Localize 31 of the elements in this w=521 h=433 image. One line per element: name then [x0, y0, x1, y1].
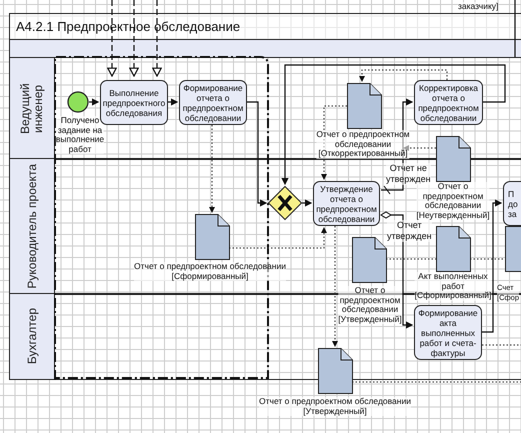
pool-title: А4.2.1 Предпроектное обследование — [9, 13, 521, 40]
cut-off-label: заказчику] — [458, 2, 498, 12]
task-box[interactable]: Выполнение предпроектного обследования — [100, 80, 168, 125]
task-box[interactable]: Утверждение отчета о предпроектном обследовании — [313, 181, 380, 226]
document-icon — [195, 214, 230, 260]
lane-label: Ведущий инженер — [19, 82, 45, 136]
lane-label: Руководитель проекта — [26, 164, 38, 289]
document-icon — [347, 83, 382, 129]
node-label: Получено задание на выполнение работ — [56, 116, 104, 154]
document-icon — [436, 226, 471, 272]
document-icon — [352, 237, 387, 283]
node-label: Отчет о предпроектном обследовании [Сформированный] — [134, 262, 286, 281]
task-box[interactable]: Формирование отчета о предпроектном обследовании — [179, 80, 247, 125]
task-box[interactable]: Корректировка отчета о предпроектном обследовании — [414, 80, 483, 125]
node-label: Отчет о предпроектном обследовании [Неутвержденный] — [416, 182, 490, 220]
association-line — [482, 344, 521, 346]
conditional-flow-diamond — [380, 211, 392, 219]
start-event-circle — [67, 91, 89, 113]
node-label: Отчет о предпроектном обследовании [Утвержденный] — [338, 286, 402, 324]
association-line — [386, 258, 436, 260]
task-box[interactable]: Формирование акта выполненных работ и счета- фактуры — [414, 305, 482, 360]
exclusive-gateway-diamond — [268, 186, 302, 220]
node-label: Акт выполненных работ [Сформированный] — [414, 272, 492, 300]
default-flow-mark — [384, 186, 390, 194]
lane-label: Бухгалтер — [26, 308, 38, 365]
flow-label: Отчет не утвержден — [386, 163, 431, 185]
flow-label: Отчет утвержден — [387, 220, 432, 242]
node-label: Отчет о предпроектном обследовании [Откорректированный] — [316, 130, 410, 158]
document-icon — [318, 348, 353, 394]
task-box[interactable]: П до за — [503, 181, 521, 226]
node-label: Отчет о предпроектном обследовании [Утвержденный] — [259, 397, 411, 416]
